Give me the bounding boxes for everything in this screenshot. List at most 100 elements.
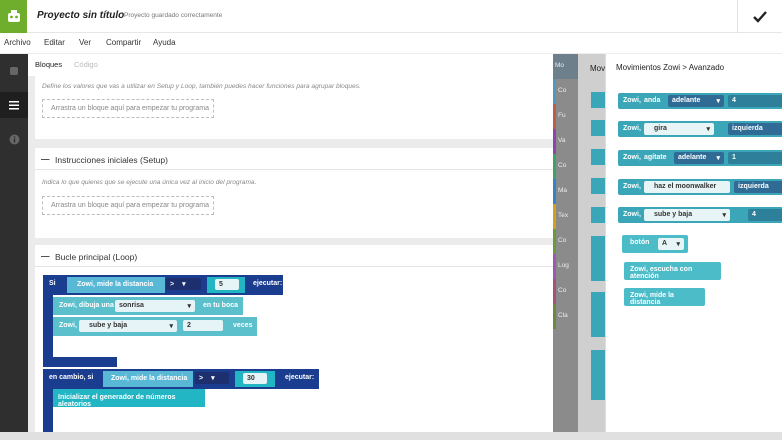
drop-zone[interactable]: Arrastra un bloque aquí para empezar tu …: [42, 99, 214, 118]
chevron-down-icon: ▾: [706, 126, 710, 133]
button-block[interactable]: botón A ▾: [622, 235, 688, 253]
drop-zone[interactable]: Arrastra un bloque aquí para empezar tu …: [42, 196, 214, 215]
updown-dropdown[interactable]: sube y baja ▾: [79, 320, 177, 332]
draw-tail: en tu boca: [203, 302, 239, 309]
block-stub[interactable]: [591, 92, 605, 108]
button-dropdown[interactable]: A ▾: [658, 238, 684, 250]
blocks-flyout: Movimientos Zowi > Avanzado Zowi, anda a…: [605, 54, 782, 440]
execute-label: ejecutar:: [253, 280, 283, 287]
updown-block[interactable]: Zowi, sube y baja ▾ 4: [618, 207, 782, 223]
category-item[interactable]: Co: [553, 79, 578, 104]
operator-dropdown[interactable]: > ▾: [166, 278, 201, 290]
category-item[interactable]: Ma: [553, 179, 578, 204]
updown-dropdown[interactable]: sube y baja ▾: [644, 209, 730, 221]
tab-code[interactable]: Código: [74, 60, 98, 69]
turn-block[interactable]: Zowi, gira ▾ izquierda: [618, 121, 782, 137]
number-value[interactable]: 5: [215, 279, 239, 290]
if-block[interactable]: Si Zowi, mide la distancia > ▾ 5 ejecutar…: [43, 275, 283, 295]
menu-archivo[interactable]: Archivo: [4, 38, 31, 47]
category-item[interactable]: Co: [553, 154, 578, 179]
category-item[interactable]: Tex: [553, 204, 578, 229]
robot-icon[interactable]: [0, 58, 28, 84]
block-stub[interactable]: [591, 350, 605, 400]
chevron-down-icon: ▾: [169, 323, 173, 330]
header-bar: Proyecto sin título Proyecto guardado co…: [0, 0, 782, 33]
updown-block[interactable]: Zowi, sube y baja ▾ 2 veces: [53, 317, 257, 336]
steps-value[interactable]: 4: [728, 95, 782, 107]
menu-ayuda[interactable]: Ayuda: [153, 38, 176, 47]
direction-dropdown[interactable]: adelante ▾: [674, 152, 724, 164]
side-dropdown[interactable]: izquierda: [728, 123, 782, 135]
workspace: Define los valores que vas a utilizar en…: [28, 76, 553, 440]
distance-block[interactable]: Zowi, mide la distancia: [103, 371, 193, 387]
if-label: Si: [49, 280, 56, 287]
category-item[interactable]: Co: [553, 279, 578, 304]
number-block[interactable]: 5: [207, 277, 245, 293]
shake-block[interactable]: Zowi, agítate adelante ▾ 1: [618, 150, 782, 166]
shake-value[interactable]: 1: [728, 152, 782, 164]
list-icon[interactable]: [0, 92, 28, 118]
else-if-block[interactable]: en cambio, si Zowi, mide la distancia > ▾…: [43, 369, 319, 389]
category-item[interactable]: Fu: [553, 104, 578, 129]
number-value[interactable]: 30: [243, 373, 267, 384]
section-header[interactable]: — Instrucciones iniciales (Setup): [35, 148, 553, 170]
category-item[interactable]: Log: [553, 254, 578, 279]
zowi-logo-icon[interactable]: [0, 0, 27, 33]
category-item[interactable]: Va: [553, 129, 578, 154]
section-header[interactable]: — Bucle principal (Loop): [35, 245, 553, 267]
draw-block[interactable]: Zowi, dibuja una sonrisa ▾ en tu boca: [53, 297, 243, 315]
chevron-down-icon: ▾: [716, 98, 720, 105]
operator-dropdown[interactable]: > ▾: [195, 372, 229, 384]
check-icon[interactable]: [737, 0, 782, 33]
minus-icon[interactable]: —: [41, 154, 50, 164]
tab-blocks[interactable]: Bloques: [35, 60, 62, 69]
save-status: Proyecto guardado correctamente: [124, 12, 223, 19]
walk-block[interactable]: Zowi, anda adelante ▾ 4: [618, 93, 782, 109]
section-variables: Define los valores que vas a utilizar en…: [35, 76, 553, 139]
section-setup: — Instrucciones iniciales (Setup) Indica…: [35, 148, 553, 238]
random-init-block[interactable]: Inicializar el generador de números alea…: [53, 389, 205, 408]
execute-label: ejecutar:: [285, 374, 315, 381]
if-block-footer: [43, 357, 117, 367]
move-dropdown[interactable]: haz el moonwalker: [644, 181, 730, 193]
block-stub[interactable]: [591, 292, 605, 337]
info-icon[interactable]: [0, 126, 28, 152]
project-title[interactable]: Proyecto sin título: [37, 10, 124, 21]
listen-block[interactable]: Zowi, escucha con atención: [624, 262, 721, 280]
distance-block[interactable]: Zowi, mide la distancia: [624, 288, 705, 306]
block-stub[interactable]: [591, 236, 605, 281]
distance-block[interactable]: Zowi, mide la distancia: [67, 277, 165, 293]
times-label: veces: [233, 322, 253, 329]
draw-value-dropdown[interactable]: sonrisa ▾: [115, 300, 195, 312]
menu-editar[interactable]: Editar: [44, 38, 65, 47]
section-loop: — Bucle principal (Loop) Si Zowi, mide l…: [35, 245, 553, 440]
app-root: Proyecto sin título Proyecto guardado co…: [0, 0, 782, 440]
editor-tabs: Bloques Código: [28, 54, 553, 76]
section-hint: Indica lo que quieres que se ejecute una…: [42, 179, 257, 186]
minus-icon[interactable]: —: [41, 251, 50, 261]
menu-bar: Archivo Editar Ver Compartir Ayuda: [0, 33, 782, 54]
side-dropdown[interactable]: izquierda: [734, 181, 782, 193]
moonwalker-block[interactable]: Zowi, haz el moonwalker izquierda: [618, 179, 782, 195]
category-item[interactable]: Cla: [553, 304, 578, 329]
block-stub[interactable]: [591, 207, 605, 223]
number-block[interactable]: 30: [235, 371, 275, 387]
block-stub[interactable]: [591, 120, 605, 136]
menu-ver[interactable]: Ver: [79, 38, 91, 47]
draw-label: Zowi, dibuja una: [59, 302, 114, 309]
bottom-scrollbar[interactable]: [0, 432, 782, 440]
distance-label: Zowi, mide la distancia: [77, 281, 154, 288]
category-item[interactable]: Mo: [553, 54, 578, 79]
turn-dropdown[interactable]: gira ▾: [644, 123, 714, 135]
times-value[interactable]: 2: [183, 320, 223, 331]
distance-label: Zowi, mide la distancia: [111, 375, 188, 382]
block-stub[interactable]: [591, 178, 605, 194]
block-stub[interactable]: [591, 149, 605, 165]
chevron-down-icon: ▾: [182, 281, 186, 288]
category-item[interactable]: Co: [553, 229, 578, 254]
flyout-title: Movimientos Zowi > Avanzado: [616, 63, 725, 72]
direction-dropdown[interactable]: adelante ▾: [668, 95, 724, 107]
menu-compartir[interactable]: Compartir: [106, 38, 141, 47]
updown-value[interactable]: 4: [748, 209, 782, 221]
chevron-down-icon: ▾: [187, 303, 191, 310]
